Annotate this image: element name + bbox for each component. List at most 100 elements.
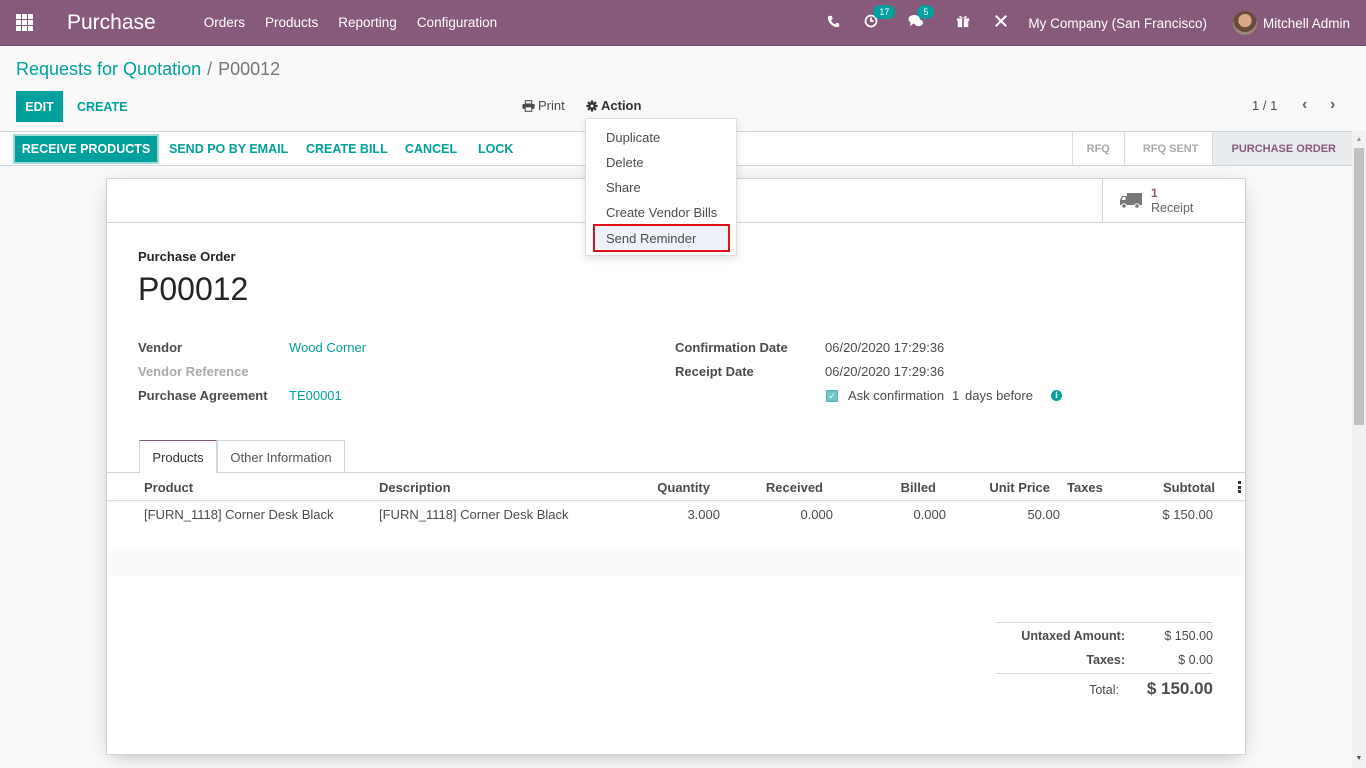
receipt-smart-button[interactable]: 1 Receipt <box>1102 179 1245 223</box>
cell-quantity: 3.000 <box>687 507 720 522</box>
stage-pipeline: RFQ RFQ SENT PURCHASE ORDER <box>1071 132 1352 165</box>
vendor-field[interactable]: Wood Corner <box>289 340 366 355</box>
app-name[interactable]: Purchase <box>67 11 156 35</box>
column-quantity[interactable]: Quantity <box>657 480 710 495</box>
ask-confirmation-days-field[interactable]: 1 <box>952 388 959 403</box>
total-label: Total: <box>1089 683 1119 697</box>
systray: 17 5 My Company (San Francisco) Mitchell… <box>827 0 1350 46</box>
apps-grid-icon[interactable] <box>16 13 34 32</box>
gift-icon[interactable] <box>956 14 970 32</box>
empty-row <box>107 526 1245 551</box>
menu-orders[interactable]: Orders <box>204 15 245 30</box>
receipt-date-label: Receipt Date <box>675 364 754 379</box>
phone-icon[interactable] <box>827 15 840 32</box>
cell-subtotal: $ 150.00 <box>1162 507 1213 522</box>
create-bill-button[interactable]: CREATE BILL <box>306 136 388 162</box>
activity-clock-icon[interactable]: 17 <box>864 5 896 32</box>
table-row[interactable]: [FURN_1118] Corner Desk Black [FURN_1118… <box>107 501 1245 526</box>
chat-icon[interactable]: 5 <box>908 5 935 32</box>
edit-button[interactable]: EDIT <box>16 91 63 122</box>
column-received[interactable]: Received <box>766 480 823 495</box>
scroll-up-arrow-icon[interactable]: ▲ <box>1352 136 1366 143</box>
receipt-date-field[interactable]: 06/20/2020 17:29:36 <box>825 364 944 379</box>
vertical-scrollbar[interactable]: ▲ ▼ <box>1352 131 1366 768</box>
column-billed[interactable]: Billed <box>901 480 936 495</box>
optional-columns-icon[interactable] <box>1238 481 1241 493</box>
column-product[interactable]: Product <box>144 480 193 495</box>
cancel-button[interactable]: CANCEL <box>405 136 457 162</box>
action-label: Action <box>601 98 642 113</box>
confirmation-date-field[interactable]: 06/20/2020 17:29:36 <box>825 340 944 355</box>
column-description[interactable]: Description <box>379 480 451 495</box>
cell-billed: 0.000 <box>913 507 946 522</box>
debug-tools-icon[interactable] <box>994 14 1008 32</box>
pager-previous-icon[interactable]: ‹ <box>1302 96 1307 114</box>
notebook-tabs: Products Other Information <box>107 440 1245 474</box>
receipt-count: 1 <box>1151 186 1158 200</box>
column-subtotal[interactable]: Subtotal <box>1163 480 1215 495</box>
lock-button[interactable]: LOCK <box>478 136 513 162</box>
top-navbar: Purchase Orders Products Reporting Confi… <box>0 0 1366 46</box>
stage-rfq[interactable]: RFQ <box>1071 132 1124 165</box>
receipt-label: Receipt <box>1151 201 1194 215</box>
menu-configuration[interactable]: Configuration <box>417 15 497 30</box>
tab-other-information[interactable]: Other Information <box>217 440 345 473</box>
create-button[interactable]: CREATE <box>77 91 127 122</box>
order-totals: Untaxed Amount: $ 150.00 Taxes: $ 0.00 T… <box>995 622 1213 702</box>
form-sheet: 1 Receipt Purchase Order P00012 Vendor W… <box>106 178 1246 755</box>
vendor-reference-label: Vendor Reference <box>138 364 249 379</box>
cell-description: [FURN_1118] Corner Desk Black <box>379 507 569 522</box>
menu-item-duplicate[interactable]: Duplicate <box>586 125 736 150</box>
menu-products[interactable]: Products <box>265 15 318 30</box>
receive-products-button[interactable]: RECEIVE PRODUCTS <box>15 136 157 162</box>
menu-item-delete[interactable]: Delete <box>586 150 736 175</box>
action-dropdown-menu: Duplicate Delete Share Create Vendor Bil… <box>585 118 737 256</box>
menu-item-create-vendor-bills[interactable]: Create Vendor Bills <box>586 200 736 225</box>
cell-unit-price: 50.00 <box>1027 507 1060 522</box>
order-lines-table: Product Description Quantity Received Bi… <box>107 473 1245 576</box>
tab-products[interactable]: Products <box>139 440 217 474</box>
breadcrumb-parent[interactable]: Requests for Quotation <box>16 59 201 79</box>
stage-purchase-order[interactable]: PURCHASE ORDER <box>1212 132 1352 165</box>
menu-reporting[interactable]: Reporting <box>338 15 397 30</box>
breadcrumb: Requests for Quotation / P00012 <box>16 59 280 80</box>
stage-rfq-sent[interactable]: RFQ SENT <box>1123 132 1213 165</box>
ask-confirmation-suffix: days before <box>965 388 1033 403</box>
cell-product: [FURN_1118] Corner Desk Black <box>144 507 334 522</box>
breadcrumb-current: P00012 <box>218 59 281 79</box>
vendor-label: Vendor <box>138 340 183 355</box>
action-button[interactable]: Action <box>586 98 641 113</box>
empty-row <box>107 551 1245 576</box>
pager-value[interactable]: 1 / 1 <box>1252 98 1277 113</box>
truck-icon <box>1120 193 1142 209</box>
message-count-badge: 5 <box>917 5 935 19</box>
company-switcher[interactable]: My Company (San Francisco) <box>1028 16 1207 31</box>
ask-confirmation-checkbox[interactable]: ✓ <box>826 390 838 402</box>
taxes-label: Taxes: <box>1086 653 1125 667</box>
purchase-agreement-field[interactable]: TE00001 <box>289 388 342 403</box>
menu-item-send-reminder[interactable]: Send Reminder <box>593 224 730 252</box>
title-label: Purchase Order <box>138 249 236 264</box>
table-header: Product Description Quantity Received Bi… <box>107 473 1245 501</box>
confirmation-date-label: Confirmation Date <box>675 340 788 355</box>
untaxed-amount-label: Untaxed Amount: <box>1021 629 1125 643</box>
printer-icon <box>522 99 535 112</box>
user-menu[interactable]: Mitchell Admin <box>1263 16 1350 31</box>
column-taxes[interactable]: Taxes <box>1067 480 1103 495</box>
ask-confirmation-prefix: Ask confirmation <box>848 388 945 403</box>
column-unit-price[interactable]: Unit Price <box>989 480 1050 495</box>
print-button[interactable]: Print <box>522 98 565 113</box>
activity-count-badge: 17 <box>873 5 896 19</box>
scroll-down-arrow-icon[interactable]: ▼ <box>1352 755 1366 762</box>
purchase-agreement-label: Purchase Agreement <box>138 388 268 403</box>
untaxed-amount-value: $ 150.00 <box>1164 629 1213 643</box>
cell-received: 0.000 <box>800 507 833 522</box>
menu-item-share[interactable]: Share <box>586 175 736 200</box>
info-icon[interactable]: i <box>1051 390 1062 401</box>
pager-next-icon[interactable]: › <box>1330 96 1335 114</box>
taxes-value: $ 0.00 <box>1178 653 1213 667</box>
send-po-by-email-button[interactable]: SEND PO BY EMAIL <box>169 136 288 162</box>
user-avatar[interactable] <box>1232 11 1257 35</box>
breadcrumb-separator: / <box>207 59 213 79</box>
scroll-thumb[interactable] <box>1354 148 1364 425</box>
